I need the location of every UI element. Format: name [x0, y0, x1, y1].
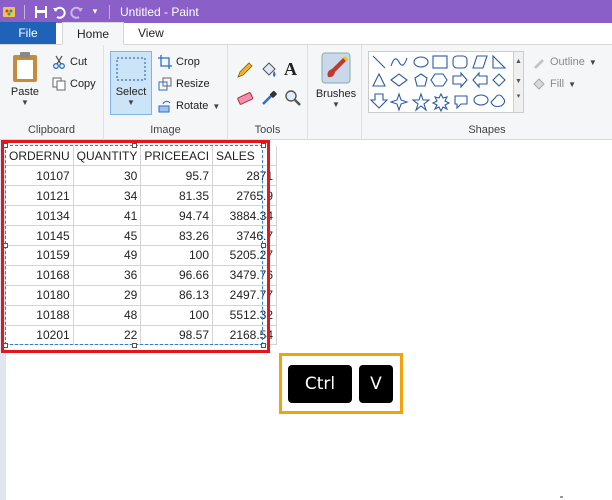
scissors-icon [53, 55, 65, 69]
tab-home[interactable]: Home [62, 22, 125, 45]
resize-label: Resize [176, 78, 210, 90]
resize-icon [158, 77, 172, 91]
shapes-group: ▲ ▼ ▾ Outline ▼ Fill ▼ Shapes [362, 45, 612, 140]
rotate-button[interactable]: Rotate ▼ [158, 99, 220, 113]
shapes-group-label: Shapes [468, 124, 506, 136]
canvas-resize-grip[interactable] [560, 496, 563, 498]
scroll-down-icon[interactable]: ▼ [514, 72, 523, 92]
crop-button[interactable]: Crop [158, 55, 200, 69]
window-title: Untitled - Paint [120, 4, 199, 19]
outline-icon [534, 59, 544, 69]
ribbon: Paste ▼ Cut Copy Clipboard Select ▼ Crop… [0, 45, 612, 140]
highlight-box [1, 140, 270, 353]
text-tool-icon[interactable]: A [284, 59, 297, 80]
select-rectangle-icon [116, 57, 146, 81]
rotate-icon [158, 100, 171, 113]
brushes-button[interactable]: Brushes ▼ [312, 51, 360, 115]
divider [24, 4, 25, 19]
chevron-down-icon: ▼ [332, 100, 340, 109]
clipboard-icon [13, 52, 37, 82]
cut-button[interactable]: Cut [52, 55, 87, 69]
ribbon-tabs: File Home View [0, 22, 612, 45]
shapes-gallery-icons [369, 54, 507, 113]
chevron-down-icon: ▼ [588, 57, 597, 67]
pencil-icon[interactable] [236, 61, 254, 82]
chevron-down-icon: ▼ [568, 79, 576, 89]
tab-file[interactable]: File [0, 22, 56, 44]
clipboard-group-label: Clipboard [27, 124, 76, 136]
copy-label: Copy [70, 78, 96, 90]
image-group: Select ▼ Crop Resize Rotate ▼ Image [104, 45, 228, 140]
customize-toolbar-icon[interactable]: ▾ [87, 4, 103, 20]
fill-button: Fill ▼ [532, 77, 576, 91]
paste-label: Paste [10, 86, 40, 98]
brushes-group: Brushes ▼ [308, 45, 362, 140]
outline-label: Outline [550, 56, 585, 68]
ctrl-key: Ctrl [288, 365, 352, 403]
outline-button: Outline ▼ [532, 55, 597, 69]
rotate-label: Rotate [176, 100, 209, 112]
save-icon[interactable] [33, 4, 49, 20]
fill-icon [533, 78, 545, 90]
chevron-down-icon: ▼ [21, 98, 29, 107]
chevron-down-icon: ▼ [212, 101, 221, 111]
select-label: Select [115, 86, 147, 98]
fill-label: Fill [550, 78, 565, 90]
cut-label: Cut [70, 56, 88, 68]
eraser-icon[interactable] [236, 89, 254, 110]
shapes-scrollbar[interactable]: ▲ ▼ ▾ [514, 51, 524, 113]
brush-icon [321, 52, 351, 84]
fill-bucket-icon[interactable] [260, 61, 278, 82]
gallery-more-icon[interactable]: ▾ [514, 92, 523, 102]
paint-app-icon[interactable] [2, 4, 18, 20]
crop-label: Crop [176, 56, 200, 68]
crop-icon [158, 55, 172, 69]
tab-view[interactable]: View [124, 22, 178, 44]
redo-icon[interactable] [69, 4, 85, 20]
undo-icon[interactable] [51, 4, 67, 20]
title-bar: ▾ Untitled - Paint [0, 0, 612, 23]
copy-icon [52, 77, 66, 91]
v-key: V [359, 365, 393, 403]
image-group-label: Image [150, 124, 181, 136]
paste-button[interactable]: Paste ▼ [6, 51, 44, 113]
select-button[interactable]: Select ▼ [110, 51, 152, 115]
clipboard-group: Paste ▼ Cut Copy Clipboard [0, 45, 104, 140]
magnifier-icon[interactable] [284, 89, 302, 110]
tools-group-label: Tools [254, 124, 281, 136]
shortcut-callout: Ctrl V [279, 353, 403, 414]
divider [109, 4, 110, 19]
shapes-gallery[interactable] [368, 51, 514, 113]
color-picker-icon[interactable] [260, 89, 278, 110]
scroll-up-icon[interactable]: ▲ [514, 52, 523, 72]
tools-group: A Tools [228, 45, 308, 140]
brushes-label: Brushes [315, 88, 357, 100]
resize-button[interactable]: Resize [158, 77, 210, 91]
copy-button[interactable]: Copy [52, 77, 96, 91]
chevron-down-icon: ▼ [127, 98, 135, 107]
